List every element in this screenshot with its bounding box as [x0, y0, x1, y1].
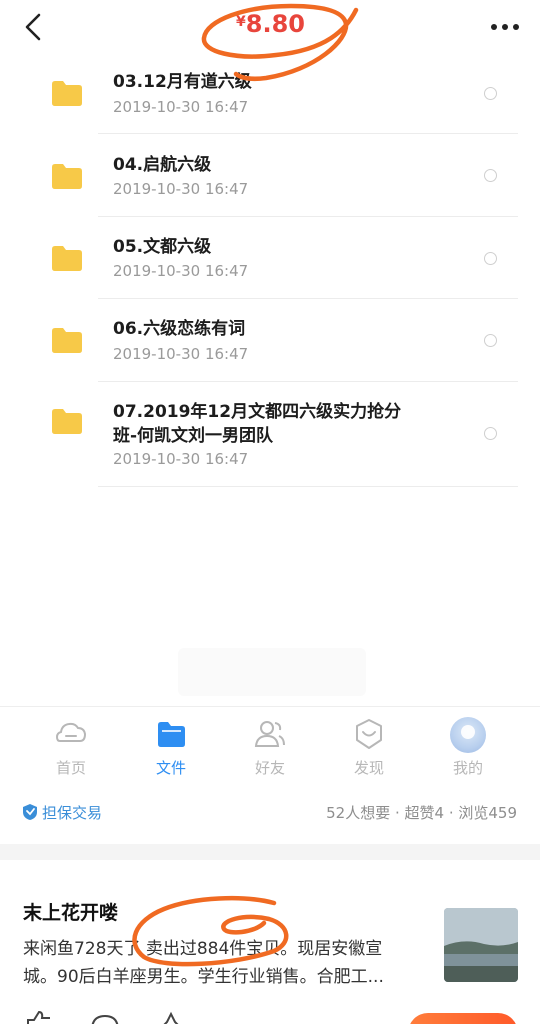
- file-name-line2: 班-何凯文刘一男团队: [113, 426, 274, 446]
- discover-icon: [356, 719, 382, 749]
- folder-icon: [158, 722, 185, 747]
- file-date: 2019-10-30 16:47: [113, 450, 249, 468]
- folder-icon: [52, 246, 82, 271]
- divider: [98, 486, 518, 487]
- profile-avatar: [450, 717, 486, 753]
- select-radio[interactable]: [484, 169, 497, 182]
- file-date: 2019-10-30 16:47: [113, 262, 249, 280]
- file-date: 2019-10-30 16:47: [113, 345, 249, 363]
- list-item[interactable]: 07.2019年12月文都四六级实力抢分 班-何凯文刘一男团队 2019-10-…: [0, 382, 540, 488]
- guarantee-label: 担保交易: [42, 803, 103, 822]
- tab-files[interactable]: 文件: [131, 717, 211, 778]
- select-radio[interactable]: [484, 252, 497, 265]
- list-item[interactable]: 04.启航六级 2019-10-30 16:47: [0, 134, 540, 217]
- comment-icon[interactable]: [90, 1010, 120, 1024]
- select-radio[interactable]: [484, 427, 497, 440]
- select-radio[interactable]: [484, 334, 497, 347]
- seller-description: 来闲鱼728天了 卖出过884件宝贝。现居安徽宣 城。90后白羊座男生。学生行业…: [23, 935, 423, 991]
- file-date: 2019-10-30 16:47: [113, 98, 249, 116]
- home-icon: [55, 722, 87, 742]
- folder-icon: [52, 409, 82, 434]
- tab-label: 好友: [254, 759, 285, 777]
- select-radio[interactable]: [484, 87, 497, 100]
- price-value: 8.80: [245, 10, 305, 38]
- tab-label: 我的: [452, 759, 483, 777]
- like-icon[interactable]: [24, 1010, 54, 1024]
- seller-name[interactable]: 末上花开喽: [23, 898, 118, 925]
- file-name: 07.2019年12月文都四六级实力抢分: [113, 402, 402, 422]
- star-icon[interactable]: [156, 1010, 186, 1024]
- shield-icon: [23, 804, 37, 820]
- faded-toast: [178, 648, 366, 696]
- seller-desc-line2: 城。90后白羊座男生。学生行业销售。合肥工...: [23, 967, 384, 987]
- seller-photo[interactable]: [444, 908, 518, 982]
- tab-home[interactable]: 首页: [31, 717, 111, 778]
- file-name: 04.启航六级: [113, 155, 212, 175]
- item-stats: 52人想要 · 超赞4 · 浏览459: [326, 804, 517, 822]
- tab-label: 发现: [353, 759, 384, 777]
- tab-label: 文件: [155, 759, 186, 777]
- tab-discover[interactable]: 发现: [329, 717, 409, 778]
- folder-icon: [52, 81, 82, 106]
- file-date: 2019-10-30 16:47: [113, 180, 249, 198]
- file-name: 03.12月有道六级: [113, 72, 252, 92]
- file-name: 06.六级恋练有词: [113, 319, 246, 339]
- tab-profile[interactable]: 我的: [428, 717, 508, 778]
- tab-friends[interactable]: 好友: [230, 717, 310, 778]
- buy-button[interactable]: [408, 1013, 518, 1024]
- tab-label: 首页: [55, 759, 86, 777]
- section-divider: [0, 844, 540, 860]
- list-item[interactable]: 05.文都六级 2019-10-30 16:47: [0, 217, 540, 299]
- top-bar: ¥8.80: [0, 0, 540, 60]
- bottom-tab-bar: 首页 文件 好友 发现 我的: [0, 706, 540, 792]
- folder-icon: [52, 164, 82, 189]
- file-name: 05.文都六级: [113, 237, 212, 257]
- folder-icon: [52, 328, 82, 353]
- more-icon[interactable]: [488, 12, 522, 42]
- price-label: ¥8.80: [236, 10, 305, 38]
- back-icon[interactable]: [20, 12, 50, 42]
- friends-icon: [254, 721, 285, 747]
- list-item[interactable]: 03.12月有道六级 2019-10-30 16:47: [0, 52, 540, 134]
- seller-desc-line1: 来闲鱼728天了 卖出过884件宝贝。现居安徽宣: [23, 939, 383, 959]
- list-item[interactable]: 06.六级恋练有词 2019-10-30 16:47: [0, 299, 540, 382]
- guarantee-badge[interactable]: 担保交易: [22, 800, 102, 824]
- currency-symbol: ¥: [236, 14, 246, 30]
